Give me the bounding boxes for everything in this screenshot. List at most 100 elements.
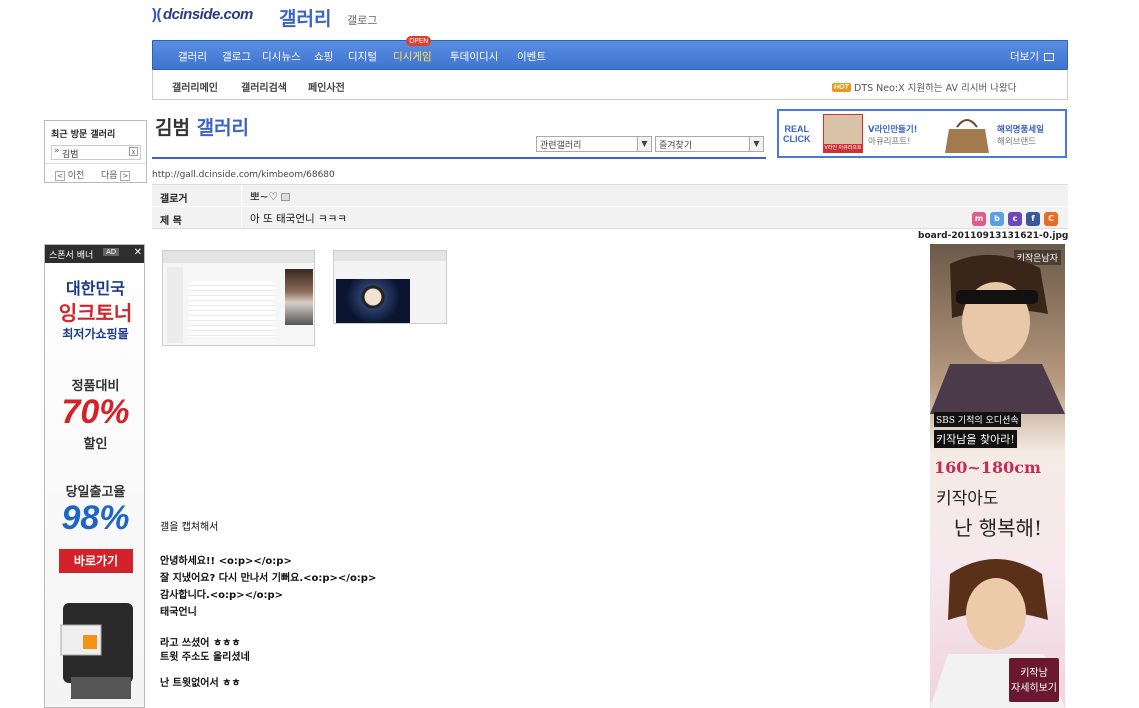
recent-gallery-box: 최근 방문 갤러리 » 김범 x < 이전 다음 > xyxy=(44,120,147,183)
post-line: 감사합니다.<o:p></o:p> xyxy=(160,590,284,601)
share-chat-icon[interactable]: c xyxy=(1008,212,1022,226)
ad-line: 최저가쇼핑몰 xyxy=(62,327,129,341)
select-value: 관련갤러리 xyxy=(540,141,582,151)
thumb-header xyxy=(334,251,446,261)
btn-line1: 키작남 xyxy=(1020,668,1048,679)
real-click-logo: REAL CLICK xyxy=(783,124,811,144)
recent-item-label: 김범 xyxy=(62,150,79,160)
detail-button[interactable]: 키작남자세히보기 xyxy=(1009,658,1059,702)
ad-line: 70% xyxy=(61,393,130,431)
board-title: 김범 갤러리 xyxy=(155,113,249,140)
favorites-select[interactable]: 즐겨찾기 ▼ xyxy=(655,136,764,152)
chevron-left-icon: < xyxy=(55,171,65,181)
post-url[interactable]: http://gall.dcinside.com/kimbeom/68680 xyxy=(152,170,335,180)
divider xyxy=(45,163,146,164)
logo-text: dcinside.com xyxy=(163,6,253,23)
sponsor-banner[interactable]: 스폰서 배너 AD ✕ 대한민국 잉크토너 최저가쇼핑몰 정품대비 70% 할인… xyxy=(44,244,145,708)
recent-gallery-item[interactable]: » 김범 x xyxy=(51,145,141,160)
ad-line: 잉크토너 xyxy=(58,301,133,325)
dcinside-logo[interactable]: )(dcinside.com xyxy=(152,6,253,23)
screenshot-thumbnail-1[interactable] xyxy=(162,250,315,346)
related-gallery-select[interactable]: 관련갤러리 ▼ xyxy=(536,136,652,152)
recent-next-button[interactable]: 다음 > xyxy=(101,168,131,181)
gallog-icon[interactable] xyxy=(281,193,291,201)
chevron-down-icon: ▼ xyxy=(637,137,651,151)
close-icon[interactable]: ✕ xyxy=(134,247,142,258)
next-label: 다음 xyxy=(101,171,118,181)
author-row: 갤로거 뽀~♡ xyxy=(152,184,1068,206)
divider xyxy=(241,207,242,228)
mail-icon xyxy=(1044,53,1055,61)
main-nav: 갤러리 갤로그 디시뉴스 쇼핑 디지털 디시게임 투데이디시 이벤트 더보기 xyxy=(152,40,1068,70)
ad-caption: 키작남을 찾아라! xyxy=(934,430,1017,448)
attachment-filename[interactable]: board-20110913131621-0.jpg xyxy=(918,231,1068,241)
nav-item-shopping[interactable]: 쇼핑 xyxy=(314,49,333,64)
real-label: REAL xyxy=(784,124,810,134)
quote-icon: » xyxy=(54,146,60,156)
board-name: 김범 xyxy=(155,117,190,139)
post-line: 트윗 주소도 올리셨네 xyxy=(160,652,250,663)
share-cyworld-icon[interactable]: C xyxy=(1044,212,1058,226)
ad-line: 98% xyxy=(61,499,130,537)
nav-item-gallog[interactable]: 갤로그 xyxy=(222,49,251,64)
more-button[interactable]: 더보기 xyxy=(1010,49,1055,64)
divider xyxy=(241,185,242,206)
ad-line: 정품대비 xyxy=(71,379,120,394)
ad-line: 대한민국 xyxy=(66,279,125,298)
gallery-section-title[interactable]: 갤러리 xyxy=(279,4,331,31)
share-facebook-icon[interactable]: f xyxy=(1026,212,1040,226)
hot-news-link[interactable]: DTS Neo:X 지원하는 AV 리시버 나왔다 xyxy=(854,80,1017,94)
author-name[interactable]: 뽀~♡ xyxy=(250,189,291,204)
ink-toner-ad[interactable]: 대한민국 잉크토너 최저가쇼핑몰 정품대비 70% 할인 당일출고율 98% 바… xyxy=(45,263,144,707)
nav-item-today[interactable]: 투데이디시 xyxy=(450,49,498,64)
title-row: 제 목 아 또 태국언니 ㅋㅋㅋ m b c f C xyxy=(152,206,1068,229)
recent-gallery-title: 최근 방문 갤러리 xyxy=(51,130,116,140)
thumb-portrait xyxy=(285,269,313,325)
ad-height: 160~180cm xyxy=(934,458,1041,477)
remove-icon[interactable]: x xyxy=(129,147,138,156)
thumb-profile xyxy=(336,279,410,323)
sponsor-header: 스폰서 배너 AD ✕ xyxy=(45,245,144,263)
subnav-gallery-main[interactable]: 갤러리메인 xyxy=(172,79,218,94)
post-title: 아 또 태국언니 ㅋㅋㅋ xyxy=(250,213,347,225)
ad-item1-sub: 아큐리프트! xyxy=(868,137,911,147)
share-me2day-icon[interactable]: m xyxy=(972,212,986,226)
subnav-dictionary[interactable]: 페인사전 xyxy=(308,79,345,94)
more-label: 더보기 xyxy=(1010,51,1039,63)
post-line: 태국언니 xyxy=(160,607,197,618)
hot-badge: HOT xyxy=(832,83,851,92)
top-banner-ad[interactable]: REAL CLICK V라인 아큐리프트 V라인만들기! 아큐리프트! 해외명품세… xyxy=(777,109,1067,158)
page-root: )(dcinside.com 갤러리 갤로그 OPEN 갤러리 갤로그 디시뉴스… xyxy=(0,0,1139,708)
screenshot-thumbnail-2[interactable] xyxy=(333,250,447,324)
click-label: CLICK xyxy=(783,134,811,144)
nav-item-gallery[interactable]: 갤러리 xyxy=(178,49,207,64)
ink-cartridge-image xyxy=(60,603,133,699)
open-badge: OPEN xyxy=(406,36,432,46)
ad-slogan: 키작아도 xyxy=(936,489,999,509)
share-blog-icon[interactable]: b xyxy=(990,212,1004,226)
thumb-header xyxy=(163,251,314,263)
nav-item-event[interactable]: 이벤트 xyxy=(517,49,546,64)
recent-prev-button[interactable]: < 이전 xyxy=(55,168,84,181)
nav-item-news[interactable]: 디시뉴스 xyxy=(262,49,301,64)
title-label: 제 목 xyxy=(160,216,182,227)
post-line: 갤을 캡쳐해서 xyxy=(160,522,219,533)
author-label: 갤로거 xyxy=(160,194,188,205)
ad-line: 할인 xyxy=(83,437,108,452)
shortcut-button[interactable]: 바로가기 xyxy=(59,549,133,573)
post-line: 안녕하세요!! <o:p></o:p> xyxy=(160,556,292,567)
post-line: 라고 쓰셨어 ㅎㅎㅎ xyxy=(160,638,241,649)
nav-item-game[interactable]: 디시게임 xyxy=(393,49,432,64)
gallog-link[interactable]: 갤로그 xyxy=(347,12,377,28)
btn-line2: 자세히보기 xyxy=(1011,683,1057,694)
ad-caption: SBS 기적의 오디션속 xyxy=(934,412,1021,427)
ad-item2-title: 해외명품세일 xyxy=(997,125,1044,135)
sponsor-label: 스폰서 배너 xyxy=(49,251,94,261)
nav-item-digital[interactable]: 디지털 xyxy=(348,49,377,64)
author-text: 뽀~♡ xyxy=(250,191,278,203)
right-banner-ad[interactable]: 키작은남자 SBS 기적의 오디션속 키작남을 찾아라! 160~180cm 키… xyxy=(930,244,1065,708)
ad-line: 당일출고율 xyxy=(65,485,126,500)
subnav-gallery-search[interactable]: 갤러리검색 xyxy=(241,79,287,94)
logo-mark-icon: )( xyxy=(152,6,162,23)
handbag-image xyxy=(945,119,989,153)
